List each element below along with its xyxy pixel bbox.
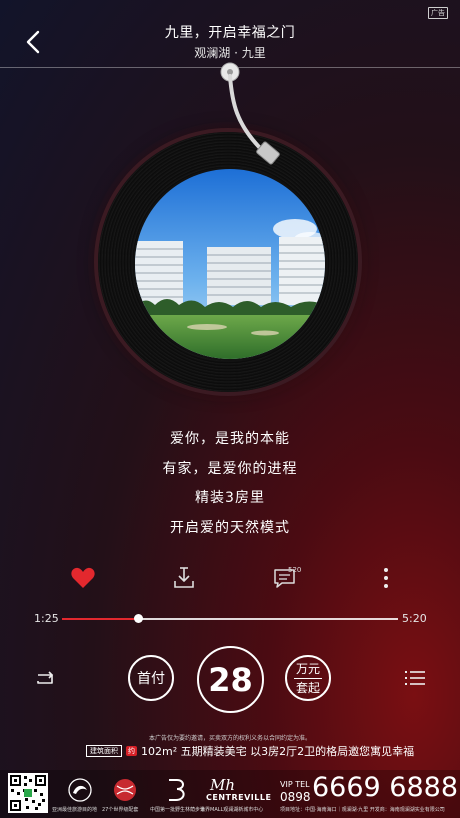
logo-caption: 世界MALL观澜湖新城市中心 xyxy=(200,807,264,813)
unit-button[interactable]: 万元 套起 xyxy=(285,655,331,701)
unit-bottom-label: 套起 xyxy=(295,680,320,695)
b-logo-icon xyxy=(169,779,185,801)
page-title: 九里，开启幸福之门 xyxy=(164,25,296,41)
ad-tag: 广告 xyxy=(428,7,448,19)
total-time: 5:20 xyxy=(402,612,427,625)
lyric-line: 开启爱的天然模式 xyxy=(170,520,290,536)
vip-label: VIP TEL xyxy=(280,780,310,789)
brand-name: CENTREVILLE xyxy=(206,793,272,802)
logo-caption: 亚洲最佳旅游目的地 xyxy=(52,807,98,813)
heart-icon[interactable] xyxy=(70,565,96,591)
comment-count-badge: 520 xyxy=(288,566,302,574)
swan-logo-icon xyxy=(68,778,92,802)
repeat-icon[interactable] xyxy=(33,667,57,689)
current-time: 1:25 xyxy=(34,612,59,625)
phone-number[interactable]: 6669 6888 xyxy=(312,772,458,803)
tonearm-icon xyxy=(220,62,280,165)
phone-area-code: 0898 xyxy=(280,790,311,804)
unit-divider xyxy=(294,677,322,679)
footer-note: 项目地址：中国·海南海口｜观澜湖·九里 开发商：海南观澜湖实业有限公司 xyxy=(280,807,445,813)
progress-knob[interactable] xyxy=(134,614,143,623)
brand-mark: Mh xyxy=(210,776,236,794)
disclaimer: 本广告仅为要约邀请，买卖双方的权利义务以合同约定为准。 xyxy=(148,735,311,742)
unit-top-label: 万元 xyxy=(295,661,320,676)
down-payment-button[interactable]: 首付 xyxy=(128,655,174,701)
ball-logo-icon xyxy=(114,779,136,801)
lyric-line: 精装3房里 xyxy=(195,490,265,506)
record-cover-image xyxy=(133,167,327,361)
logo-caption: 中国第一批野生林荫步道 xyxy=(150,807,206,813)
price-play-button[interactable]: 28 xyxy=(197,646,264,713)
progress-fill xyxy=(62,618,138,620)
lyric-line: 爱你，是我的本能 xyxy=(170,431,290,447)
qr-code[interactable] xyxy=(8,773,48,813)
promo-text: 102m² 五期精装美宅 以3房2厅2卫的格局邀您寓见幸福 xyxy=(141,745,415,758)
logo-caption: 27个世界级配套 xyxy=(102,807,139,813)
promo-tag: 建筑面积 xyxy=(86,745,122,757)
lyric-line: 有家，是爱你的进程 xyxy=(162,461,298,477)
more-options-icon[interactable] xyxy=(373,565,399,591)
download-icon[interactable] xyxy=(171,565,197,591)
promo-line: 建筑面积 约 102m² 五期精装美宅 以3房2厅2卫的格局邀您寓见幸福 xyxy=(86,744,414,758)
playlist-icon[interactable] xyxy=(404,668,426,688)
promo-badge: 约 xyxy=(126,746,137,756)
page-subtitle: 观澜湖 · 九里 xyxy=(194,46,266,60)
